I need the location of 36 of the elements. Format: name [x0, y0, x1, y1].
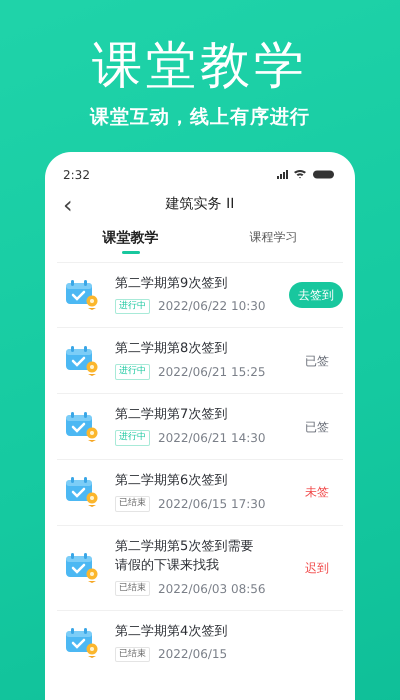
status-tag: 进行中: [115, 430, 150, 446]
checkin-title: 第二学期第7次签到: [115, 406, 228, 424]
back-button[interactable]: ‹: [57, 190, 79, 220]
status-time: 2:32: [63, 166, 90, 184]
checkin-time: 2022/06/21 14:30: [158, 430, 266, 448]
status-tag: 进行中: [115, 298, 150, 314]
checkin-time: 2022/06/15 17:30: [158, 496, 266, 513]
checkin-time: 2022/06/21 15:25: [158, 364, 266, 382]
checkin-time: 2022/06/03 08:56: [158, 580, 266, 598]
status-tag: 已结束: [115, 646, 150, 662]
checkin-time: 2022/06/22 10:30: [158, 298, 266, 316]
checkin-title: 第二学期第9次签到: [115, 274, 228, 292]
checkin-title: 第二学期第4次签到: [115, 622, 228, 641]
checkin-status: 迟到: [304, 560, 330, 577]
status-tag: 已结束: [115, 580, 150, 596]
page-title: 建筑实务 II: [166, 195, 234, 214]
headline: 课堂教学: [91, 38, 309, 93]
calendar-check-icon: [65, 410, 99, 443]
calendar-check-icon: [65, 552, 99, 584]
checkin-status: 未签: [304, 484, 330, 502]
calendar-check-icon: [65, 626, 99, 659]
checkin-status: 已签: [304, 352, 330, 370]
tab[interactable]: 课程学习: [250, 222, 298, 254]
calendar-check-icon: [65, 344, 99, 377]
subtitle: 课堂互动，线上有序进行: [88, 105, 311, 130]
checkin-time: 2022/06/15: [158, 646, 228, 664]
status-icons: [277, 169, 337, 180]
checkin-title: 第二学期第5次签到需要请假的下课来找我: [115, 538, 254, 575]
tab[interactable]: 课堂教学: [102, 222, 158, 262]
status-tag: 进行中: [115, 364, 150, 380]
status-tag: 已结束: [115, 496, 150, 512]
checkin-title: 第二学期第6次签到: [115, 472, 228, 490]
checkin-title: 第二学期第8次签到: [115, 340, 228, 358]
calendar-check-icon: [65, 476, 99, 508]
checkin-status: 已签: [304, 418, 330, 436]
calendar-check-icon: [65, 278, 99, 311]
